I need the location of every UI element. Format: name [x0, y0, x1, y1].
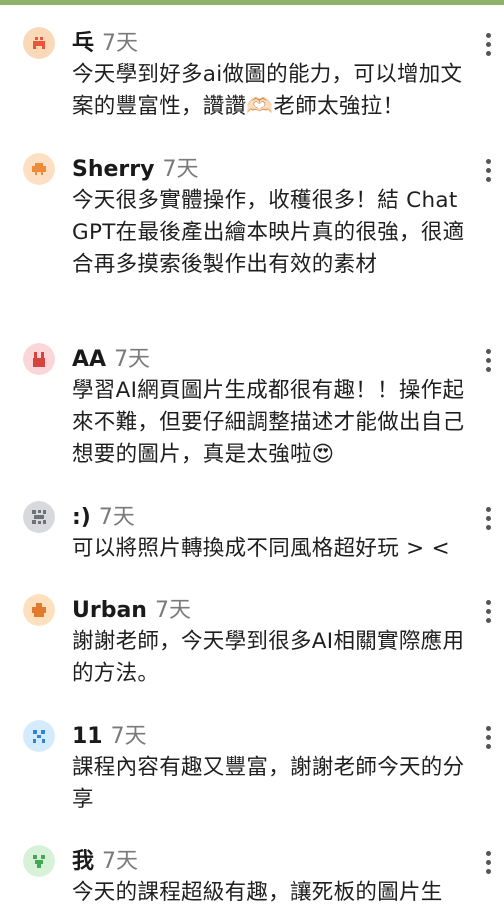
avatar[interactable]	[23, 720, 55, 752]
mascot-icon	[23, 343, 55, 375]
comment-timestamp[interactable]: 7天	[155, 598, 191, 623]
more-options-icon[interactable]	[480, 343, 496, 377]
comment-text: 今天學到好多ai做圖的能力，可以增加文案的豐富性，讚讚🫶🏻老師太強拉！	[72, 62, 463, 119]
more-dot	[485, 859, 491, 865]
more-dot	[485, 176, 491, 182]
comment-timestamp[interactable]: 7天	[102, 31, 138, 56]
comment-author-name[interactable]: Sherry	[72, 157, 154, 182]
comment-text: 學習AI網頁圖片生成都很有趣！！操作起來不難，但要仔細調整描述才能做出自己想要的…	[72, 378, 465, 467]
comment-author-name[interactable]: 11	[72, 724, 103, 749]
comment-header: AA 7天	[72, 343, 150, 377]
more-dot	[485, 515, 491, 521]
avatar[interactable]	[23, 343, 55, 375]
top-accent-bar	[0, 0, 504, 5]
more-dot	[485, 366, 491, 372]
more-dot	[485, 357, 491, 363]
avatar[interactable]	[23, 153, 55, 185]
comment-header: Sherry 7天	[72, 153, 198, 187]
comment-author-name[interactable]: 我	[72, 849, 94, 874]
more-options-icon[interactable]	[480, 153, 496, 187]
more-dot	[485, 868, 491, 874]
comment-text: 可以將照片轉換成不同風格超好玩 > <	[72, 536, 450, 561]
comment-text: 今天的課程超級有趣，讓死板的圖片生	[72, 880, 443, 905]
comment-text: 今天很多實體操作，收穫很多！結 Chat GPT在最後產出繪本映片真的很強，很適…	[72, 188, 465, 277]
more-dot	[485, 167, 491, 173]
comment-header: 我 7天	[72, 845, 138, 879]
more-dot	[485, 850, 491, 856]
more-options-icon[interactable]	[480, 720, 496, 754]
mascot-icon	[23, 720, 55, 752]
more-dot	[485, 617, 491, 623]
comment-timestamp[interactable]: 7天	[111, 724, 147, 749]
comment-text: 課程內容有趣又豐富，謝謝老師今天的分享	[72, 755, 465, 812]
more-dot	[485, 599, 491, 605]
avatar[interactable]	[23, 594, 55, 626]
comment-timestamp[interactable]: 7天	[102, 849, 138, 874]
more-dot	[485, 608, 491, 614]
more-dot	[485, 158, 491, 164]
more-dot	[485, 50, 491, 56]
comment-timestamp[interactable]: 7天	[162, 157, 198, 182]
more-dot	[485, 348, 491, 354]
avatar[interactable]	[23, 501, 55, 533]
more-options-icon[interactable]	[480, 27, 496, 61]
more-dot	[485, 506, 491, 512]
more-dot	[485, 743, 491, 749]
avatar[interactable]	[23, 27, 55, 59]
mascot-icon	[23, 153, 55, 185]
more-dot	[485, 41, 491, 47]
more-options-icon[interactable]	[480, 845, 496, 879]
comment-text: 謝謝老師，今天學到很多AI相關實際應用的方法。	[72, 629, 465, 686]
more-dot	[485, 725, 491, 731]
mascot-icon	[23, 27, 55, 59]
more-dot	[485, 32, 491, 38]
comment-header: :) 7天	[72, 501, 135, 535]
comment-timestamp[interactable]: 7天	[99, 505, 135, 530]
comment-author-name[interactable]: :)	[72, 505, 91, 530]
mascot-icon	[23, 594, 55, 626]
avatar[interactable]	[23, 845, 55, 877]
comment-author-name[interactable]: 乓	[72, 31, 94, 56]
comment-header: 11 7天	[72, 720, 147, 754]
more-options-icon[interactable]	[480, 501, 496, 535]
mascot-icon	[23, 501, 55, 533]
comment-header: 乓 7天	[72, 27, 138, 61]
comment-author-name[interactable]: Urban	[72, 598, 147, 623]
comment-author-name[interactable]: AA	[72, 347, 106, 372]
mascot-icon	[23, 845, 55, 877]
more-dot	[485, 524, 491, 530]
comment-header: Urban 7天	[72, 594, 191, 628]
more-options-icon[interactable]	[480, 594, 496, 628]
more-dot	[485, 734, 491, 740]
comment-timestamp[interactable]: 7天	[114, 347, 150, 372]
